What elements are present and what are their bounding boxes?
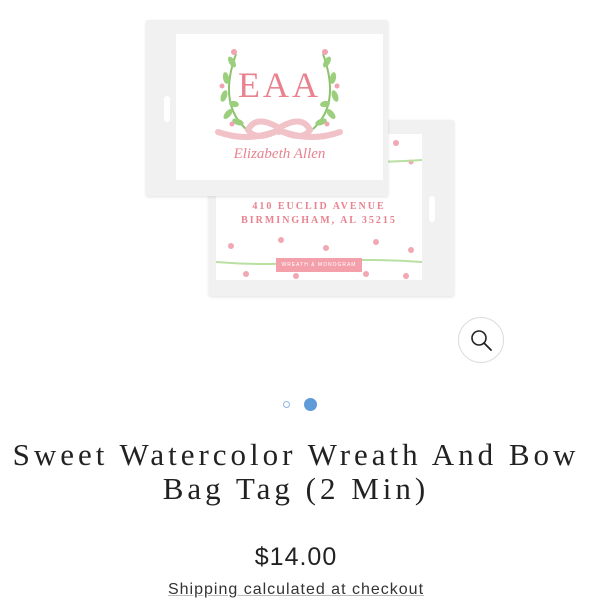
- front-tag-card: EAA Elizabeth Allen: [176, 34, 383, 180]
- product-price: $14.00: [254, 543, 338, 571]
- front-tag-image: EAA Elizabeth Allen: [146, 20, 388, 196]
- magnifier-icon: [471, 330, 492, 351]
- tag-slot: [164, 96, 170, 122]
- zoom-button[interactable]: [458, 317, 504, 363]
- script-name-text: Elizabeth Allen: [233, 146, 326, 162]
- bottom-floral-pattern: [216, 237, 422, 279]
- shipping-link[interactable]: Shipping calculated at checkout: [0, 581, 592, 599]
- address-city: BIRMINGHAM, AL 35215: [241, 215, 397, 226]
- address-street: 410 EUCLID AVENUE: [252, 201, 386, 212]
- product-title: Sweet Watercolor Wreath And Bow Bag Tag …: [12, 437, 580, 506]
- monogram-text: EAA: [238, 65, 321, 105]
- tag-slot: [429, 196, 435, 222]
- product-image-gallery[interactable]: 205.212.3264 410 EUCLID AVENUE BIRMINGHA…: [0, 0, 592, 380]
- gallery-dot-1[interactable]: [283, 401, 290, 408]
- pink-label-box: WREATH & MONOGRAM: [276, 258, 362, 272]
- gallery-dot-2-active[interactable]: [304, 398, 317, 411]
